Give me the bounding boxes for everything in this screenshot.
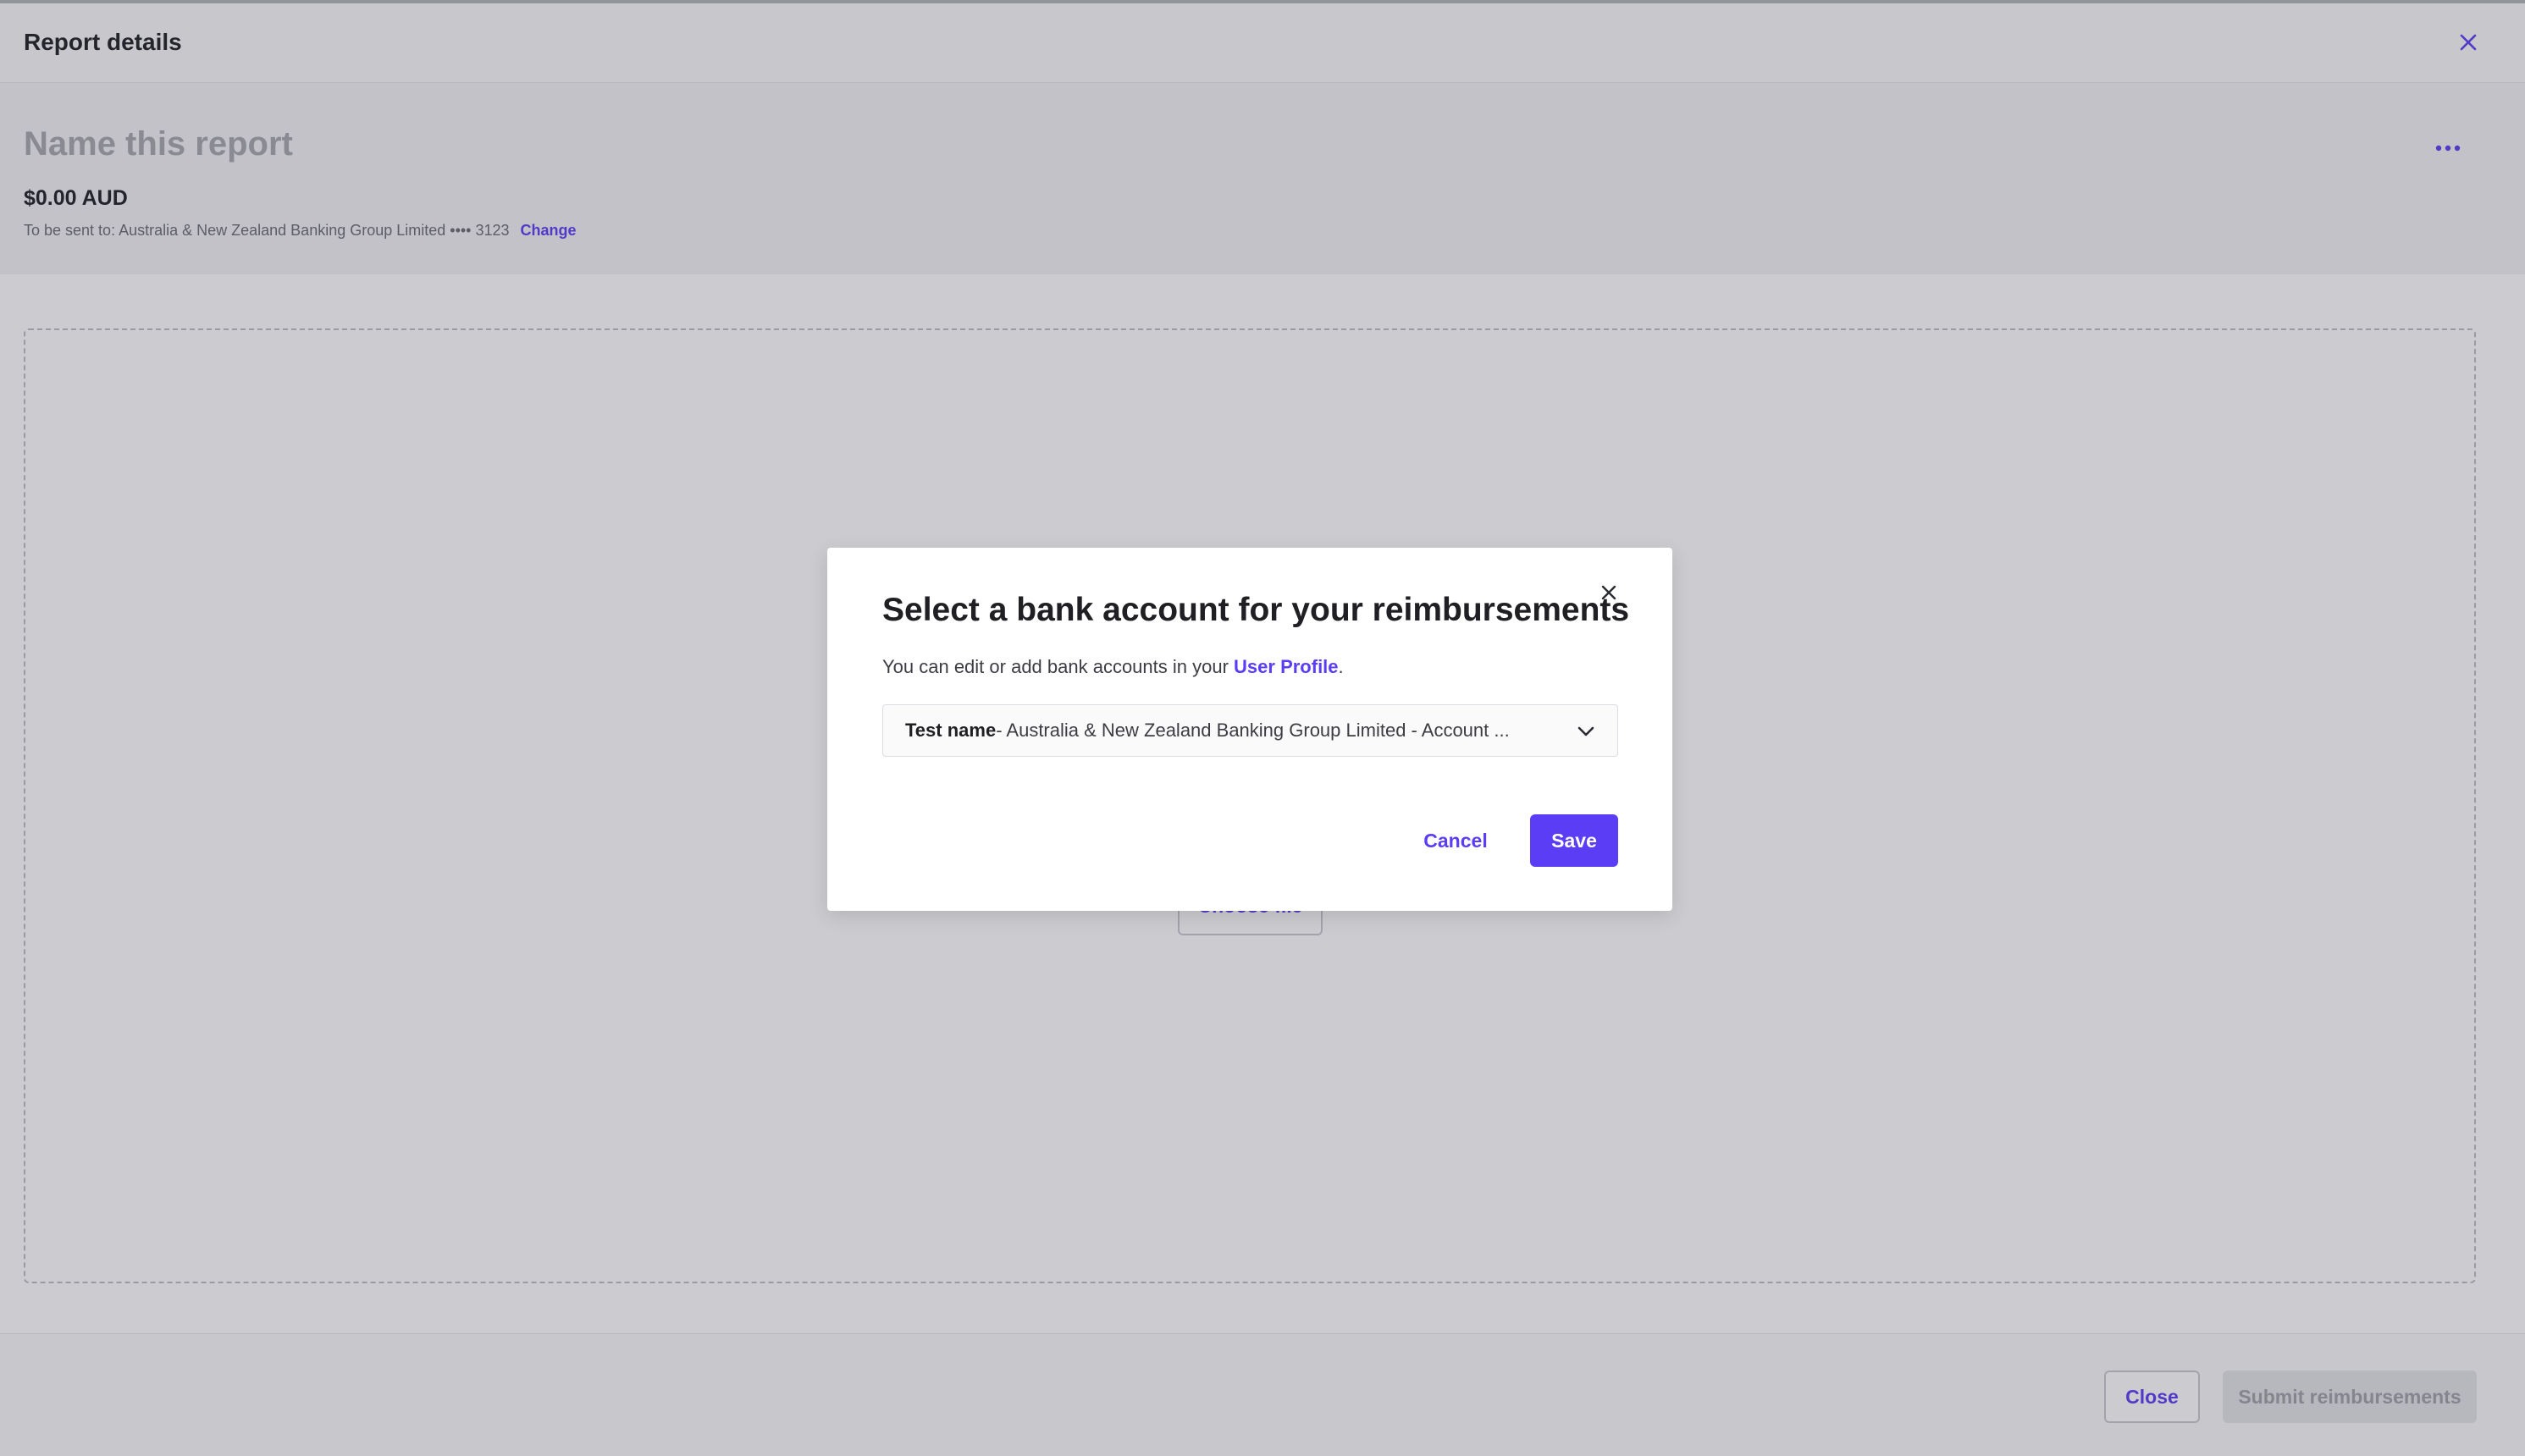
modal-description-suffix: . <box>1338 656 1344 677</box>
chevron-down-icon <box>1575 720 1597 742</box>
modal-title: Select a bank account for your reimburse… <box>882 592 1630 628</box>
selected-account-detail: - Australia & New Zealand Banking Group … <box>996 720 1510 741</box>
bank-account-select[interactable]: Test name - Australia & New Zealand Bank… <box>882 704 1618 757</box>
modal-description: You can edit or add bank accounts in you… <box>882 656 1344 678</box>
modal-description-prefix: You can edit or add bank accounts in you… <box>882 656 1235 677</box>
user-profile-link[interactable]: User Profile <box>1234 656 1339 677</box>
report-details-page: Report details Name this report $0.00 AU… <box>0 0 2525 1456</box>
selected-account-name: Test name <box>905 720 997 741</box>
cancel-button[interactable]: Cancel <box>1417 814 1494 867</box>
bank-account-modal: Select a bank account for your reimburse… <box>827 548 1672 911</box>
save-button[interactable]: Save <box>1530 814 1618 867</box>
